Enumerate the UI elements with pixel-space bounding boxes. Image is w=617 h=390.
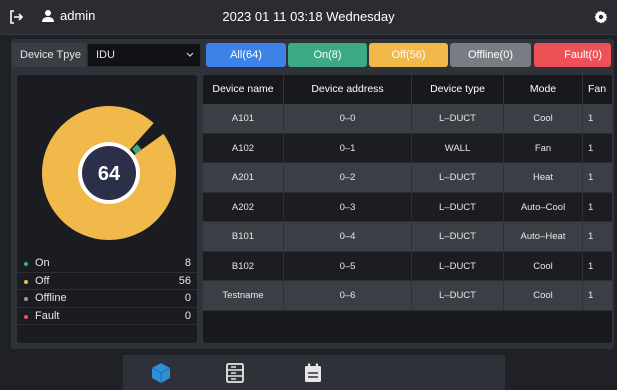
donut-total: 64 — [98, 163, 121, 185]
device-table: Device name Device address Device type M… — [203, 75, 612, 343]
cell-mode: Fan — [504, 133, 583, 163]
legend-row-off[interactable]: Off 56 — [17, 273, 197, 290]
legend-value: 8 — [184, 257, 191, 269]
table-row[interactable]: Testname 0–6 L–DUCT Cool 1 — [203, 281, 612, 311]
cell-device-address: 0–1 — [284, 133, 412, 163]
table-row[interactable]: A201 0–2 L–DUCT Heat 1 — [203, 163, 612, 193]
filter-off-button[interactable]: Off(56) — [369, 43, 448, 67]
filter-all-button[interactable]: All(64) — [206, 43, 286, 67]
chevron-down-icon — [186, 52, 194, 57]
cell-mode: Cool — [504, 281, 583, 310]
legend-label: Fault — [35, 309, 60, 322]
table-row[interactable]: A202 0–3 L–DUCT Auto–Cool 1 — [203, 192, 612, 222]
column-header-fan[interactable]: Fan — [583, 75, 612, 104]
cell-fan: 1 — [588, 201, 594, 213]
cell-device-type: L–DUCT — [412, 104, 504, 133]
cell-device-name: B101 — [203, 222, 284, 251]
table-row[interactable]: B101 0–4 L–DUCT Auto–Heat 1 — [203, 222, 612, 252]
cell-device-address: 0–2 — [284, 163, 412, 192]
filter-offline-button[interactable]: Offline(0) — [450, 43, 531, 67]
table-body: A101 0–0 L–DUCT Cool 1 A102 0–1 WALL Fan… — [203, 104, 612, 311]
legend-value: 0 — [184, 292, 191, 304]
cell-device-name: A202 — [203, 192, 284, 222]
cell-device-name: B102 — [203, 251, 284, 281]
top-bar: admin 2023 01 11 03:18 Wednesday — [0, 0, 617, 35]
cell-device-type: L–DUCT — [412, 163, 504, 192]
cell-mode: Cool — [504, 251, 583, 281]
legend-row-fault[interactable]: Fault 0 — [17, 308, 197, 325]
cell-device-type: L–DUCT — [412, 281, 504, 310]
table-row[interactable]: A101 0–0 L–DUCT Cool 1 — [203, 104, 612, 134]
cell-mode: Heat — [504, 163, 583, 192]
cell-device-type: L–DUCT — [412, 192, 504, 222]
cell-fan: 1 — [588, 172, 594, 183]
device-type-label: Device Tpye — [12, 43, 86, 67]
legend-row-on[interactable]: On 8 — [17, 255, 197, 273]
column-header-mode[interactable]: Mode — [504, 75, 583, 104]
status-legend: On 8 Off 56 Offline 0 Fault 0 — [17, 255, 197, 325]
cell-device-type: L–DUCT — [412, 222, 504, 251]
legend-value: 0 — [184, 309, 191, 322]
cell-mode: Cool — [504, 104, 583, 133]
cell-device-address: 0–5 — [284, 251, 412, 281]
cell-fan: 1 — [588, 113, 594, 124]
cell-fan: 1 — [588, 260, 594, 272]
cube-icon[interactable] — [150, 362, 172, 384]
filter-on-button[interactable]: On(8) — [288, 43, 367, 67]
cell-device-address: 0–4 — [284, 222, 412, 251]
bottom-nav — [123, 355, 505, 390]
legend-value: 56 — [178, 274, 191, 287]
calendar-icon[interactable] — [302, 362, 324, 384]
cell-device-name: A102 — [203, 133, 284, 163]
cell-mode: Auto–Heat — [504, 222, 583, 251]
legend-row-offline[interactable]: Offline 0 — [17, 290, 197, 308]
cell-fan: 1 — [588, 142, 594, 154]
gear-icon[interactable] — [594, 10, 608, 24]
legend-dot-on — [24, 262, 28, 266]
column-header-device-address[interactable]: Device address — [284, 75, 412, 104]
legend-label: Offline — [35, 292, 67, 304]
status-donut-chart: 64 — [41, 106, 176, 240]
device-type-select[interactable]: IDU — [87, 43, 201, 67]
column-header-device-type[interactable]: Device type — [412, 75, 504, 104]
cell-device-address: 0–0 — [284, 104, 412, 133]
legend-dot-fault — [24, 314, 28, 319]
cell-device-type: WALL — [412, 133, 504, 163]
column-header-device-name[interactable]: Device name — [203, 75, 284, 104]
cell-device-address: 0–3 — [284, 192, 412, 222]
datetime: 2023 01 11 03:18 Wednesday — [222, 9, 395, 24]
cell-fan: 1 — [588, 231, 594, 242]
legend-dot-offline — [24, 297, 28, 301]
cell-mode: Auto–Cool — [504, 192, 583, 222]
status-summary-card: 64 On 8 Off 56 Offline 0 Fault 0 — [17, 75, 197, 343]
filter-fault-button[interactable]: Fault(0) — [534, 43, 611, 67]
cell-device-type: L–DUCT — [412, 251, 504, 281]
cell-device-name: A101 — [203, 104, 284, 133]
table-row[interactable]: B102 0–5 L–DUCT Cool 1 — [203, 251, 612, 281]
cell-fan: 1 — [588, 290, 594, 301]
list-icon[interactable] — [224, 362, 246, 384]
cell-device-address: 0–6 — [284, 281, 412, 310]
table-header: Device name Device address Device type M… — [203, 75, 612, 104]
legend-dot-off — [24, 279, 28, 284]
device-type-value: IDU — [96, 49, 115, 61]
cell-device-name: Testname — [203, 281, 284, 310]
legend-label: On — [35, 257, 50, 269]
legend-label: Off — [35, 274, 50, 287]
table-row[interactable]: A102 0–1 WALL Fan 1 — [203, 133, 612, 163]
cell-device-name: A201 — [203, 163, 284, 192]
